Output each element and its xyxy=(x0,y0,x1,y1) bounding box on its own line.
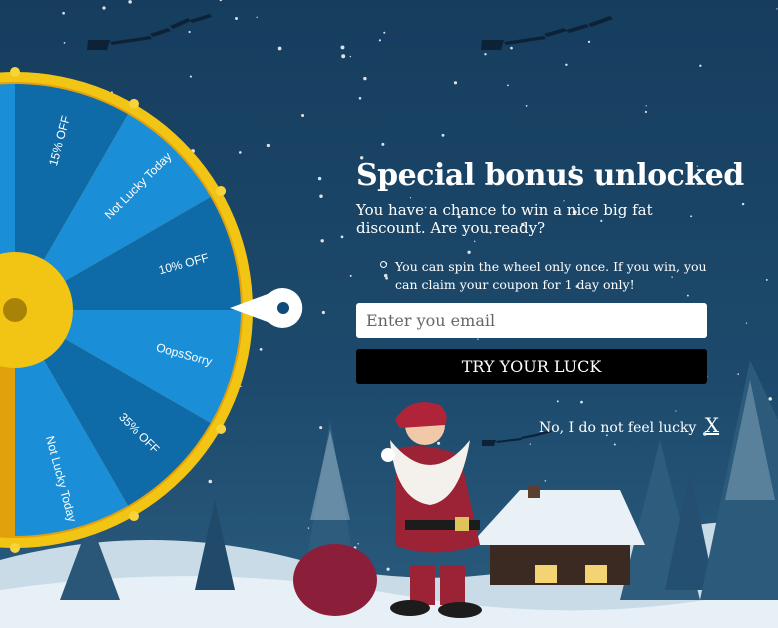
bullet-icon xyxy=(380,261,387,268)
rule-text: You can spin the wheel only once. If you… xyxy=(395,259,707,292)
popup-subtitle: You have a chance to win a nice big fat … xyxy=(356,201,653,237)
dismiss-label: No, I do not feel lucky xyxy=(539,420,697,436)
prize-wheel[interactable]: OopsSorry15% OFFNot Lucky Today10% OFFOo… xyxy=(0,0,310,628)
wheel-peg xyxy=(10,67,20,77)
email-input[interactable] xyxy=(356,303,707,338)
rules-list-item: You can spin the wheel only once. If you… xyxy=(380,258,725,294)
close-icon[interactable]: X xyxy=(705,413,719,437)
popup-title: Special bonus unlocked xyxy=(356,158,744,193)
try-your-luck-button[interactable]: TRY YOUR LUCK xyxy=(356,349,707,384)
wheel-peg xyxy=(10,543,20,553)
wheel-peg xyxy=(129,98,139,109)
dismiss-link[interactable]: No, I do not feel lucky X xyxy=(539,413,719,437)
wheel-peg xyxy=(216,186,227,196)
wheel-peg xyxy=(129,511,139,522)
wheel-peg xyxy=(216,424,227,434)
wheel-hub-center xyxy=(3,298,27,322)
